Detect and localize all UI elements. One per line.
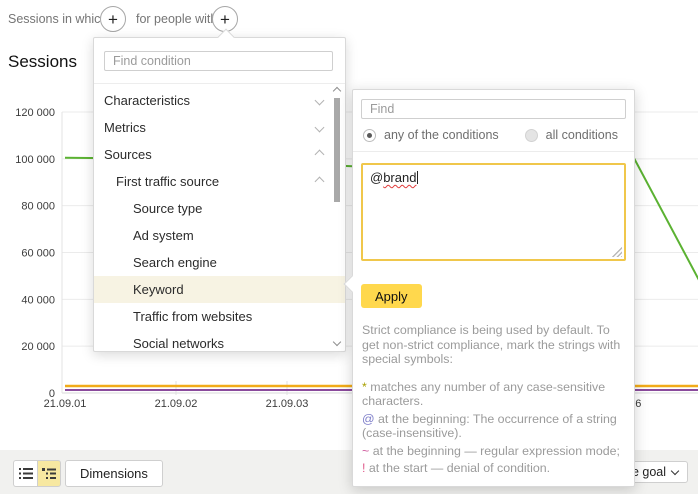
radio-all-label: all conditions xyxy=(546,128,618,142)
condition-item-traffic-from-websites[interactable]: Traffic from websites xyxy=(94,303,345,330)
radio-all-conditions[interactable]: all conditions xyxy=(525,128,618,142)
tree-list-view-button[interactable] xyxy=(37,460,61,487)
popup-divider xyxy=(353,151,634,152)
condition-item-first-traffic-source[interactable]: First traffic source xyxy=(94,168,345,195)
plus-icon: + xyxy=(220,11,230,28)
chevron-down-icon xyxy=(315,96,325,106)
x-axis-tick-label: 21.09.02 xyxy=(155,398,198,410)
condition-item-label: First traffic source xyxy=(116,174,219,189)
condition-item-metrics[interactable]: Metrics xyxy=(94,114,345,141)
flat-list-view-button[interactable] xyxy=(13,460,37,487)
condition-item-label: Characteristics xyxy=(104,93,190,108)
condition-item-label: Traffic from websites xyxy=(133,309,252,324)
chart-title: Sessions xyxy=(8,52,77,72)
popup-notch xyxy=(344,276,361,293)
y-axis-tick-label: 60 000 xyxy=(21,248,55,260)
condition-dropdown: Characteristics Metrics Sources First traff… xyxy=(93,37,346,352)
radio-any-conditions[interactable]: any of the conditions xyxy=(363,128,499,142)
condition-item-ad-system[interactable]: Ad system xyxy=(94,222,345,249)
rule-text: at the beginning — regular expression mo… xyxy=(369,444,620,458)
chevron-down-icon xyxy=(315,123,325,133)
dimensions-button[interactable]: Dimensions xyxy=(65,460,163,487)
resize-handle-icon[interactable] xyxy=(611,246,622,257)
y-axis-tick-label: 20 000 xyxy=(21,341,55,353)
y-axis-tick-label: 0 xyxy=(49,388,55,400)
rule-text: at the beginning: The occurrence of a st… xyxy=(362,412,617,441)
apply-button[interactable]: Apply xyxy=(361,284,422,308)
condition-item-label: Ad system xyxy=(133,228,194,243)
keyword-condition-popup: any of the conditions all conditions @br… xyxy=(352,89,635,487)
rule-text: at the start — denial of condition. xyxy=(365,461,550,475)
chevron-up-icon xyxy=(315,150,325,160)
condition-item-source-type[interactable]: Source type xyxy=(94,195,345,222)
condition-item-sources[interactable]: Sources xyxy=(94,141,345,168)
help-intro: Strict compliance is being used by defau… xyxy=(362,323,628,367)
for-people-with-label: for people with xyxy=(136,12,217,26)
condition-item-label: Metrics xyxy=(104,120,146,135)
x-axis-tick-label: 21.09.01 xyxy=(44,398,87,410)
radio-selected-icon xyxy=(363,129,376,142)
match-mode-radios: any of the conditions all conditions xyxy=(363,128,618,142)
scroll-up-icon[interactable] xyxy=(333,87,341,95)
textarea-at-prefix: @ xyxy=(370,170,383,185)
rule-symbol: @ xyxy=(362,412,375,426)
help-rule: * matches any number of any case-sensiti… xyxy=(362,380,628,409)
view-mode-switch xyxy=(13,460,61,487)
tree-list-icon xyxy=(42,468,56,479)
chevron-down-icon xyxy=(671,466,679,474)
condition-list: Characteristics Metrics Sources First traff… xyxy=(94,83,345,357)
app-screen: Sessions 120 000 100 000 80 000 60 000 40 00… xyxy=(0,0,698,494)
condition-item-search-engine[interactable]: Search engine xyxy=(94,249,345,276)
y-axis-tick-label: 40 000 xyxy=(21,294,55,306)
conditions-textarea[interactable]: @brand xyxy=(361,163,626,261)
y-axis-tick-label: 100 000 xyxy=(15,154,55,166)
help-text-block: Strict compliance is being used by defau… xyxy=(362,323,628,479)
x-axis-tick-label: 21.09.03 xyxy=(266,398,309,410)
condition-item-label: Source type xyxy=(133,201,202,216)
scroll-down-icon[interactable] xyxy=(333,338,341,346)
help-rule: ~ at the beginning — regular expression … xyxy=(362,444,628,459)
condition-item-label: Sources xyxy=(104,147,152,162)
segmentation-bar: Sessions in which + for people with + xyxy=(0,0,698,38)
condition-item-social-networks[interactable]: Social networks xyxy=(94,330,345,357)
condition-item-characteristics[interactable]: Characteristics xyxy=(94,87,345,114)
sessions-in-which-label: Sessions in which xyxy=(8,12,107,26)
textarea-word: brand xyxy=(383,170,416,185)
y-axis-tick-label: 80 000 xyxy=(21,201,55,213)
find-value-input[interactable] xyxy=(361,99,626,119)
chevron-up-icon xyxy=(315,177,325,187)
dropdown-scrollbar[interactable] xyxy=(332,87,342,346)
list-icon xyxy=(19,468,33,479)
find-condition-input[interactable] xyxy=(104,51,333,71)
condition-item-label: Keyword xyxy=(133,282,184,297)
plus-icon: + xyxy=(108,11,118,28)
scrollbar-thumb[interactable] xyxy=(334,98,340,202)
text-cursor xyxy=(417,171,418,184)
y-axis-tick-label: 120 000 xyxy=(15,107,55,119)
add-session-condition-button[interactable]: + xyxy=(100,6,126,32)
help-rule: @ at the beginning: The occurrence of a … xyxy=(362,412,628,441)
condition-item-label: Social networks xyxy=(133,336,224,351)
radio-any-label: any of the conditions xyxy=(384,128,499,142)
help-rule: ! at the start — denial of condition. xyxy=(362,461,628,476)
radio-unselected-icon xyxy=(525,129,538,142)
help-rules-list: * matches any number of any case-sensiti… xyxy=(362,380,628,476)
rule-text: matches any number of any case-sensitive… xyxy=(362,380,605,409)
condition-item-keyword[interactable]: Keyword xyxy=(94,276,345,303)
condition-item-label: Search engine xyxy=(133,255,217,270)
